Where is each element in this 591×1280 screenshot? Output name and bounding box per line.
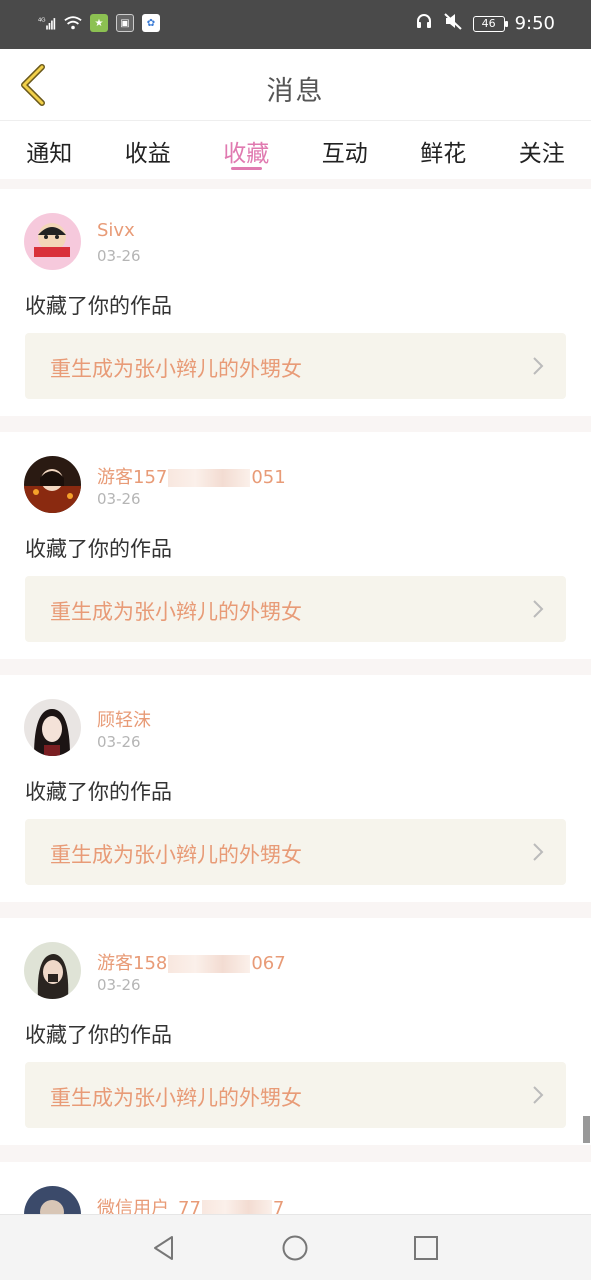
triangle-back-icon: [154, 1236, 173, 1260]
username-text: 顾轻沫: [97, 710, 151, 731]
username[interactable]: 游客158 067: [97, 949, 286, 975]
circle-home-icon: [282, 1235, 308, 1261]
date: 03-26: [97, 976, 141, 994]
list-item-partial: 微信用户_77 7: [0, 1162, 591, 1222]
app-notification-icon-3: ✿: [142, 14, 160, 32]
username-suffix: 051: [251, 467, 286, 488]
tab-label: 收藏: [223, 141, 270, 167]
app-notification-icon: ★: [90, 14, 108, 32]
chevron-right-icon: [533, 357, 544, 375]
action-text: 收藏了你的作品: [25, 780, 172, 804]
tab-label: 互动: [321, 141, 368, 167]
work-link[interactable]: 重生成为张小辫儿的外甥女: [25, 576, 566, 642]
tab-flowers[interactable]: 鲜花: [394, 121, 493, 179]
battery-icon: 46: [472, 15, 508, 32]
avatar[interactable]: [24, 456, 81, 513]
work-link[interactable]: 重生成为张小辫儿的外甥女: [25, 333, 566, 399]
mute-icon: [443, 12, 463, 35]
avatar[interactable]: [24, 942, 81, 999]
app-notification-icon-2: ▣: [116, 14, 134, 32]
tab-bar: 通知 收益 收藏 互动 鲜花 关注: [0, 121, 591, 179]
nav-back-button[interactable]: [148, 1232, 180, 1264]
chevron-right-icon: [533, 1086, 544, 1104]
tab-interactions[interactable]: 互动: [296, 121, 395, 179]
action-text: 收藏了你的作品: [25, 537, 172, 561]
nav-recents-button[interactable]: [410, 1232, 442, 1264]
tab-favorites[interactable]: 收藏: [197, 121, 296, 179]
avatar[interactable]: [24, 699, 81, 756]
tab-label: 关注: [518, 141, 565, 167]
signal-icon: 4G: [38, 14, 56, 32]
status-left: 4G ★ ▣ ✿: [38, 14, 160, 32]
work-link[interactable]: 重生成为张小辫儿的外甥女: [25, 819, 566, 885]
username-text: Sivx: [97, 220, 135, 241]
date: 03-26: [97, 490, 141, 508]
action-text: 收藏了你的作品: [25, 1023, 172, 1047]
battery-level: 46: [481, 17, 496, 30]
list-item: 游客158 067 03-26 收藏了你的作品 重生成为张小辫儿的外甥女: [0, 918, 591, 1145]
avatar[interactable]: [24, 213, 81, 270]
list-item: 顾轻沫 03-26 收藏了你的作品 重生成为张小辫儿的外甥女: [0, 675, 591, 902]
chevron-right-icon: [533, 843, 544, 861]
tab-notifications[interactable]: 通知: [0, 121, 99, 179]
status-right: 46 9:50: [415, 12, 555, 35]
work-title: 重生成为张小辫儿的外甥女: [50, 600, 302, 624]
message-list: Sivx 03-26 收藏了你的作品 重生成为张小辫儿的外甥女 游客157 051…: [0, 189, 591, 1161]
work-title: 重生成为张小辫儿的外甥女: [50, 1086, 302, 1110]
masked-digits: [168, 469, 251, 487]
square-recents-icon: [414, 1236, 438, 1260]
date: 03-26: [97, 733, 141, 751]
work-title: 重生成为张小辫儿的外甥女: [50, 843, 302, 867]
username-text: 游客158: [97, 953, 168, 974]
date: 03-26: [97, 247, 141, 265]
page-title: 消息: [266, 76, 325, 107]
list-item: 游客157 051 03-26 收藏了你的作品 重生成为张小辫儿的外甥女: [0, 432, 591, 659]
active-tab-indicator: [231, 167, 263, 170]
username-text: 游客157: [97, 467, 168, 488]
nav-home-button[interactable]: [279, 1232, 311, 1264]
work-link[interactable]: 重生成为张小辫儿的外甥女: [25, 1062, 566, 1128]
masked-digits: [168, 955, 251, 973]
work-title: 重生成为张小辫儿的外甥女: [50, 357, 302, 381]
wifi-icon: [64, 14, 82, 32]
clock: 9:50: [514, 13, 555, 34]
tab-label: 鲜花: [420, 141, 467, 167]
chevron-right-icon: [533, 600, 544, 618]
tab-label: 通知: [26, 141, 73, 167]
tab-label: 收益: [124, 141, 171, 167]
username-suffix: 067: [251, 953, 286, 974]
tab-earnings[interactable]: 收益: [99, 121, 198, 179]
tab-following[interactable]: 关注: [493, 121, 591, 179]
svg-text:4G: 4G: [38, 17, 46, 23]
system-nav-bar: [0, 1214, 591, 1280]
username[interactable]: Sivx: [97, 220, 135, 241]
list-item: Sivx 03-26 收藏了你的作品 重生成为张小辫儿的外甥女: [0, 189, 591, 416]
scrollbar[interactable]: [583, 1116, 590, 1143]
username[interactable]: 顾轻沫: [97, 706, 151, 732]
headphone-icon: [415, 12, 433, 35]
username[interactable]: 游客157 051: [97, 463, 286, 489]
title-bar: 消息: [0, 49, 591, 121]
action-text: 收藏了你的作品: [25, 294, 172, 318]
status-bar: 4G ★ ▣ ✿ 46 9:50: [0, 0, 591, 49]
